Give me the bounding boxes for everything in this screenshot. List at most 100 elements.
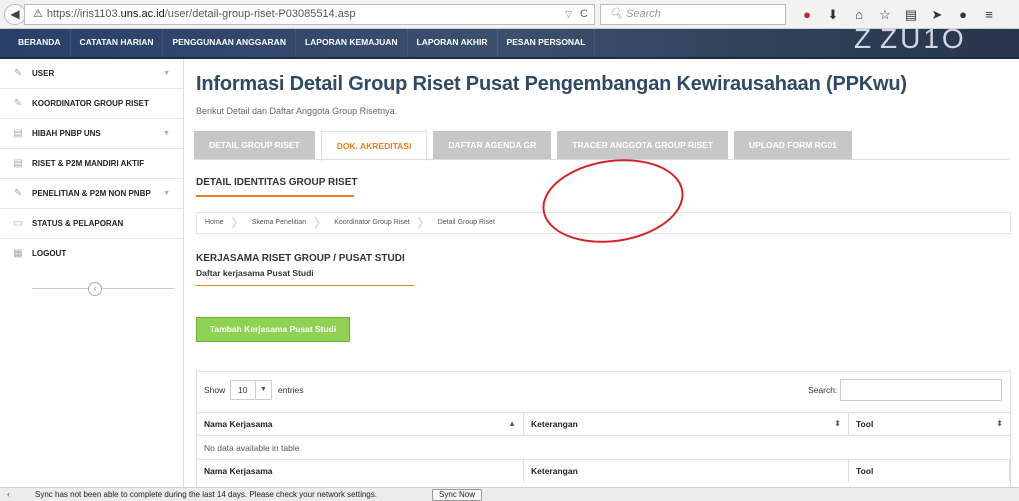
- tab-daftar-agenda[interactable]: DAFTAR AGENDA GR: [433, 131, 552, 159]
- sidebar-item-label: RISET & P2M MANDIRI AKTIF: [32, 159, 145, 168]
- close-icon[interactable]: ‹: [7, 488, 10, 501]
- nav-catatan-harian[interactable]: CATATAN HARIAN: [71, 29, 164, 57]
- url-dropdown-icon[interactable]: ▽: [565, 5, 572, 24]
- pencil-icon: ✎: [13, 68, 23, 79]
- document-icon: ▤: [13, 128, 23, 139]
- column-label: Nama Kerjasama: [204, 419, 273, 429]
- url-bar[interactable]: ⚠ https://iris1103.uns.ac.id/user/detail-…: [24, 4, 595, 25]
- sidebar-item-label: KOORDINATOR GROUP RISET: [32, 99, 149, 108]
- column-label: Keterangan: [531, 419, 578, 429]
- section-heading: DETAIL IDENTITAS GROUP RISET: [196, 177, 358, 188]
- table-search-label: Search:: [808, 385, 838, 395]
- send-icon[interactable]: ➤: [926, 4, 948, 25]
- table-search-input[interactable]: [840, 379, 1002, 401]
- section-underline: [196, 195, 354, 197]
- sidebar-item-penelitian[interactable]: ✎ PENELITIAN & P2M NON PNBP ▼: [0, 179, 183, 209]
- sidebar-item-label: USER: [32, 69, 55, 78]
- url-prefix: https://iris1103.: [46, 8, 121, 20]
- kerjasama-heading: KERJASAMA RISET GROUP / PUSAT STUDI: [196, 253, 405, 264]
- entries-select-value: 10: [238, 385, 248, 395]
- tab-detail-group-riset[interactable]: DETAIL GROUP RISET: [194, 131, 315, 159]
- tab-divider: [194, 159, 1009, 160]
- nav-laporan-kemajuan[interactable]: LAPORAN KEMAJUAN: [296, 29, 408, 57]
- sync-notification-text: Sync has not been able to complete durin…: [35, 490, 377, 499]
- main-content: Informasi Detail Group Riset Pusat Penge…: [184, 59, 1019, 489]
- breadcrumb: Home 〉 Skema Penelitian 〉 Koordinator Gr…: [196, 212, 1011, 234]
- home-icon[interactable]: ⌂: [848, 4, 870, 25]
- kerjasama-table-panel: Show 10 ▼ entries Search: Nama Kerjasama…: [196, 371, 1011, 489]
- sidebar-item-status[interactable]: ▭ STATUS & PELAPORAN: [0, 209, 183, 239]
- table-footer-row: Nama Kerjasama Keterangan Tool: [197, 460, 1010, 484]
- breadcrumb-home[interactable]: Home: [197, 213, 232, 233]
- show-label: Show: [204, 385, 226, 395]
- security-warning-icon: ⚠: [33, 8, 43, 20]
- tab-tracer-anggota[interactable]: TRACER ANGGOTA GROUP RISET: [557, 131, 729, 159]
- back-arrow-icon: ◀: [10, 7, 20, 21]
- download-icon[interactable]: ⬇: [822, 4, 844, 25]
- sync-now-button[interactable]: Sync Now: [432, 489, 483, 501]
- entries-select[interactable]: 10 ▼: [230, 380, 272, 400]
- sort-both-icon: ⬍: [996, 419, 1003, 428]
- nav-penggunaan-anggaran[interactable]: PENGGUNAAN ANGGARAN: [163, 29, 296, 57]
- search-placeholder: Search: [626, 8, 661, 20]
- red-annotation-ellipse: [536, 150, 690, 252]
- column-keterangan[interactable]: Keterangan ⬍: [524, 413, 849, 435]
- reload-icon[interactable]: C: [580, 5, 588, 24]
- sidebar-item-label: STATUS & PELAPORAN: [32, 219, 124, 228]
- footer-nama-kerjasama: Nama Kerjasama: [197, 460, 524, 482]
- column-label: Tool: [856, 419, 874, 429]
- footer-keterangan: Keterangan: [524, 460, 849, 482]
- pencil-icon: ✎: [13, 188, 23, 199]
- breadcrumb-detail: Detail Group Riset: [437, 219, 495, 226]
- header-year-left: Z: [854, 23, 872, 54]
- bookmark-list-icon[interactable]: ▤: [900, 4, 922, 25]
- add-kerjasama-button[interactable]: Tambah Kerjasama Pusat Studi: [196, 317, 350, 342]
- sidebar-item-riset-mandiri[interactable]: ▤ RISET & P2M MANDIRI AKTIF: [0, 149, 183, 179]
- kerjasama-subheading: Daftar kerjasama Pusat Studi: [196, 268, 314, 278]
- page-subtitle: Berikut Detail dan Daftar Anggota Group …: [196, 106, 398, 116]
- nav-laporan-akhir[interactable]: LAPORAN AKHIR: [408, 29, 498, 57]
- chevron-left-icon: ‹: [93, 284, 97, 293]
- browser-search-input[interactable]: 🔍︎ Search: [600, 4, 786, 25]
- sidebar-collapse: ‹: [32, 282, 174, 296]
- menu-icon[interactable]: ≡: [978, 4, 1000, 25]
- browser-tool-icons: ● ⬇ ⌂ ☆ ▤ ➤ ● ≡: [796, 4, 1000, 25]
- cart-icon: ▭: [13, 218, 23, 229]
- star-icon[interactable]: ☆: [874, 4, 896, 25]
- tab-bar: DETAIL GROUP RISET DOK. AKREDITASI DAFTA…: [194, 131, 852, 161]
- chevron-down-icon: ▼: [163, 130, 170, 137]
- search-icon: 🔍︎: [609, 8, 623, 20]
- column-tool[interactable]: Tool ⬍: [849, 413, 1010, 435]
- breadcrumb-skema[interactable]: Skema Penelitian: [244, 213, 314, 233]
- sync-notification-bar: ‹ Sync has not been able to complete dur…: [0, 487, 1019, 501]
- nav-beranda[interactable]: BERANDA: [0, 29, 71, 57]
- chat-icon[interactable]: ●: [952, 4, 974, 25]
- entries-label: entries: [278, 385, 304, 395]
- breadcrumb-separator-icon: 〉: [417, 216, 430, 230]
- nav-pesan-personal[interactable]: PESAN PERSONAL: [498, 29, 596, 57]
- sidebar-item-hibah[interactable]: ▤ HIBAH PNBP UNS ▼: [0, 119, 183, 149]
- pencil-icon: ✎: [13, 98, 23, 109]
- main-nav: BERANDA CATATAN HARIAN PENGGUNAAN ANGGAR…: [0, 29, 596, 57]
- site-header: BERANDA CATATAN HARIAN PENGGUNAAN ANGGAR…: [0, 23, 1019, 59]
- breadcrumb-separator-icon: 〉: [314, 216, 327, 230]
- tab-upload-form[interactable]: UPLOAD FORM RG01: [734, 131, 852, 159]
- sidebar-item-logout[interactable]: ▦ LOGOUT: [0, 239, 183, 269]
- sidebar-item-label: HIBAH PNBP UNS: [32, 129, 101, 138]
- breadcrumb-separator-icon: 〉: [231, 216, 244, 230]
- breadcrumb-koordinator[interactable]: Koordinator Group Riset: [326, 213, 417, 233]
- back-button[interactable]: ◀: [4, 4, 26, 25]
- chevron-down-icon: ▼: [255, 381, 271, 399]
- sidebar-item-user[interactable]: ✎ USER ▼: [0, 59, 183, 89]
- collapse-divider: [32, 288, 174, 289]
- table-header-row: Nama Kerjasama ▲ Keterangan ⬍ Tool ⬍: [197, 412, 1010, 436]
- sort-both-icon: ⬍: [834, 419, 841, 428]
- url-host: uns.ac.id: [120, 8, 165, 20]
- collapse-sidebar-button[interactable]: ‹: [88, 282, 102, 296]
- sidebar-item-koordinator[interactable]: ✎ KOORDINATOR GROUP RISET: [0, 89, 183, 119]
- column-nama-kerjasama[interactable]: Nama Kerjasama ▲: [197, 413, 524, 435]
- chevron-down-icon: ▼: [163, 190, 170, 197]
- tab-dok-akreditasi[interactable]: DOK. AKREDITASI: [320, 131, 428, 161]
- record-icon[interactable]: ●: [796, 4, 818, 25]
- grid-icon: ▦: [13, 248, 23, 259]
